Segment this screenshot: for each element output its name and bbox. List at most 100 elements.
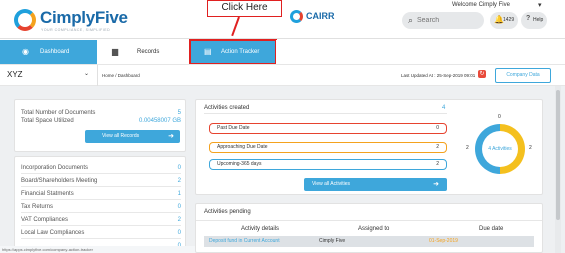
brand-name: CimplyFive <box>40 8 128 27</box>
list-item[interactable]: Financial Statments 1 <box>21 188 181 200</box>
arrow-right-icon: ➜ <box>433 181 439 188</box>
tab-dashboard-label: Dashboard <box>40 49 70 55</box>
notification-count: 1429 <box>503 17 515 23</box>
cairr-logo: CAIRR <box>290 9 340 25</box>
past-due-value: 0 <box>436 125 439 131</box>
folder-icon: ▆ <box>112 47 119 56</box>
divider <box>196 220 542 221</box>
list-item[interactable]: Local Law Compliances 0 <box>21 227 181 239</box>
list-item[interactable]: Tax Returns 0 <box>21 201 181 213</box>
scrollbar-thumb[interactable] <box>556 90 560 220</box>
brand-tagline: YOUR COMPLIANCE, SIMPLIFIED <box>41 28 111 32</box>
tab-records[interactable]: ▆ Records <box>97 40 190 64</box>
category-count: 0 <box>177 230 181 236</box>
help-button[interactable]: ? Help <box>521 12 547 29</box>
pending-assigned-cell: Cimply Five <box>314 236 424 247</box>
top-header: CimplyFive YOUR COMPLIANCE, SIMPLIFIED C… <box>0 0 565 38</box>
column-header-details: Activity details <box>241 226 280 232</box>
tab-action-tracker[interactable]: ▤ Action Tracker <box>189 39 277 65</box>
cairr-logo-text: CAIRR <box>306 11 335 21</box>
click-here-callout: Click Here <box>207 0 282 17</box>
pending-due-cell: 01-Sep-2019 <box>424 236 534 247</box>
space-utilized-value: 0.00458007 GB <box>138 118 181 124</box>
welcome-user[interactable]: Welcome Cimply Five <box>452 2 510 8</box>
cimplyfive-logo[interactable]: CimplyFive YOUR COMPLIANCE, SIMPLIFIED <box>14 7 139 35</box>
list-item[interactable]: Board/Shareholders Meeting 2 <box>21 175 181 187</box>
user-menu-caret-icon[interactable]: ▾ <box>538 1 542 9</box>
tab-dashboard[interactable]: ◉ Dashboard <box>0 40 97 64</box>
category-label: Incorporation Documents <box>21 165 89 171</box>
tracker-icon: ▤ <box>204 47 212 56</box>
donut-right-value: 2 <box>529 145 532 151</box>
search-icon: ⌕ <box>408 15 414 25</box>
donut-hole: 4 Activities <box>482 131 518 167</box>
space-utilized-label: Total Space Utilized <box>21 118 74 124</box>
nav-filler <box>276 40 565 64</box>
space-utilized-row: Total Space Utilized 0.00458007 GB <box>21 117 181 125</box>
cimplyfive-logo-icon <box>14 9 36 31</box>
donut-center-label: 4 Activities <box>488 146 512 152</box>
company-selector-value: XYZ <box>7 70 23 79</box>
activities-donut[interactable]: 4 Activities <box>475 124 525 174</box>
view-all-activities-button[interactable]: View all Activities ➜ <box>304 178 447 191</box>
approaching-due-value: 2 <box>436 144 439 150</box>
breadcrumb-bar: XYZ ⌄ Home / Dashboard Last Updated At :… <box>0 64 565 86</box>
tab-action-tracker-label: Action Tracker <box>221 49 260 55</box>
column-header-assigned: Assigned to <box>358 226 390 232</box>
category-label: Financial Statments <box>21 191 74 197</box>
total-documents-label: Total Number of Documents <box>21 110 96 116</box>
donut-left-value: 2 <box>466 145 469 151</box>
activities-title: Activities created <box>204 105 250 111</box>
category-count: 2 <box>177 178 181 184</box>
approaching-due-row[interactable]: Approaching Due Date 2 <box>209 142 447 153</box>
activities-created-card: Activities created 4 Past Due Date 0 App… <box>195 99 543 195</box>
list-item[interactable]: VAT Compliances 2 <box>21 214 181 226</box>
search-input[interactable] <box>417 14 479 27</box>
cairr-logo-icon <box>290 10 303 23</box>
column-header-due: Due date <box>479 226 504 232</box>
category-label: Local Law Compliances <box>21 230 85 236</box>
breadcrumb[interactable]: Home / Dashboard <box>102 73 140 78</box>
pending-title: Activities pending <box>204 209 251 215</box>
help-label: Help <box>533 17 544 23</box>
upcoming-row[interactable]: Upcoming-365 days 2 <box>209 159 447 170</box>
category-label: Tax Returns <box>21 204 54 210</box>
past-due-row[interactable]: Past Due Date 0 <box>209 123 447 134</box>
page-scrollbar[interactable] <box>555 86 561 253</box>
main-nav: ◉ Dashboard ▆ Records ▤ Action Tracker <box>0 38 565 65</box>
total-documents-value: 5 <box>177 110 181 116</box>
refresh-icon[interactable]: ↻ <box>478 70 486 78</box>
category-label: VAT Compliances <box>21 217 69 223</box>
upcoming-label: Upcoming-365 days <box>217 161 262 167</box>
category-count: 1 <box>177 191 181 197</box>
list-item[interactable]: Incorporation Documents 0 <box>21 162 181 174</box>
view-all-activities-label: View all Activities <box>312 181 350 187</box>
tab-records-label: Records <box>137 49 160 55</box>
activities-pending-card: Activities pending Activity details Assi… <box>195 203 543 253</box>
category-count: 0 <box>177 204 181 210</box>
last-updated: Last Updated At : 25-Sep-2019 09:01 <box>401 73 476 78</box>
upcoming-value: 2 <box>436 161 439 167</box>
status-bar-url: https://apps.cimplyfive.com/company-acti… <box>0 246 200 253</box>
divider <box>204 113 447 114</box>
view-all-records-button[interactable]: View all Records ➜ <box>85 130 180 143</box>
notifications-button[interactable]: 🔔 1429 <box>490 12 518 29</box>
donut-top-value: 0 <box>498 114 501 120</box>
view-all-records-label: View all Records <box>102 133 140 139</box>
callout-arrow <box>231 16 240 37</box>
document-categories-card: Incorporation Documents 0 Board/Sharehol… <box>14 156 186 253</box>
company-data-button[interactable]: Company Data <box>495 68 551 83</box>
total-documents-row: Total Number of Documents 5 <box>21 109 181 117</box>
documents-summary-card: Total Number of Documents 5 Total Space … <box>14 99 186 152</box>
search-box[interactable]: ⌕ <box>402 12 484 29</box>
past-due-label: Past Due Date <box>217 125 250 131</box>
category-label: Board/Shareholders Meeting <box>21 178 98 184</box>
divider <box>97 65 98 86</box>
approaching-due-label: Approaching Due Date <box>217 144 268 150</box>
activities-count: 4 <box>442 105 446 111</box>
help-icon: ? <box>526 15 531 22</box>
arrow-right-icon: ➜ <box>168 133 174 140</box>
chevron-down-icon[interactable]: ⌄ <box>84 70 89 77</box>
pending-detail-cell[interactable]: Deposit fund in Current Account <box>204 236 314 247</box>
category-count: 2 <box>177 217 181 223</box>
